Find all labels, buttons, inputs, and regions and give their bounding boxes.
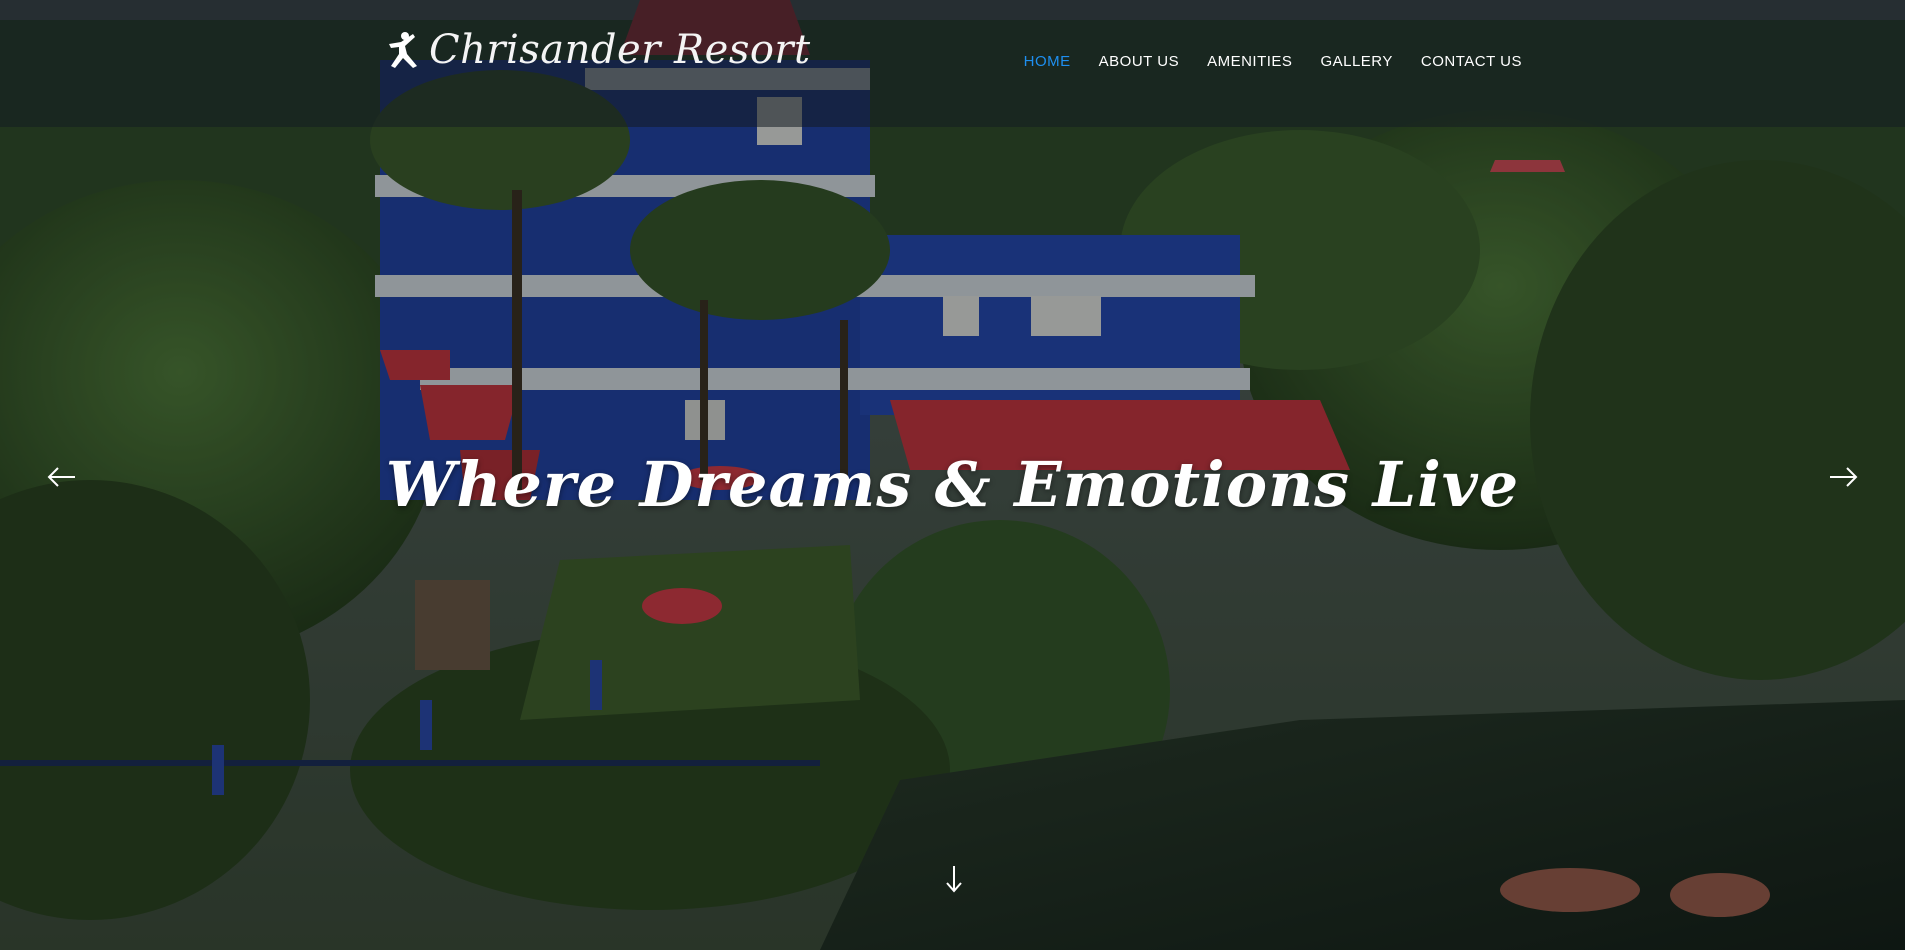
nav-link-gallery[interactable]: GALLERY — [1320, 53, 1392, 70]
nav-item-gallery: GALLERY — [1320, 53, 1392, 71]
main-navigation: HOME ABOUT US AMENITIES GALLERY CONTACT … — [1024, 53, 1522, 71]
arrow-right-icon — [1830, 467, 1858, 487]
nav-item-home: HOME — [1024, 53, 1071, 71]
brand-logo-link[interactable]: Chrisander Resort — [385, 26, 811, 74]
slider-prev-button[interactable] — [47, 464, 77, 490]
nav-item-about: ABOUT US — [1099, 53, 1179, 71]
scroll-down-button[interactable] — [945, 864, 963, 894]
slider-next-button[interactable] — [1828, 464, 1858, 490]
nav-link-about-us[interactable]: ABOUT US — [1099, 53, 1179, 70]
site-header: Chrisander Resort HOME ABOUT US AMENITIE… — [0, 0, 1905, 127]
hero-headline: Where Dreams & Emotions Live — [385, 448, 1520, 521]
nav-item-amenities: AMENITIES — [1207, 53, 1292, 71]
brand-name: Chrisander Resort — [429, 27, 811, 73]
nav-item-contact: CONTACT US — [1421, 53, 1522, 71]
nav-link-contact-us[interactable]: CONTACT US — [1421, 53, 1522, 70]
nav-link-home[interactable]: HOME — [1024, 53, 1071, 70]
arrow-down-icon — [946, 866, 962, 893]
arrow-left-icon — [47, 467, 75, 487]
nav-link-amenities[interactable]: AMENITIES — [1207, 53, 1292, 70]
leaping-figure-logo-icon — [389, 32, 417, 68]
